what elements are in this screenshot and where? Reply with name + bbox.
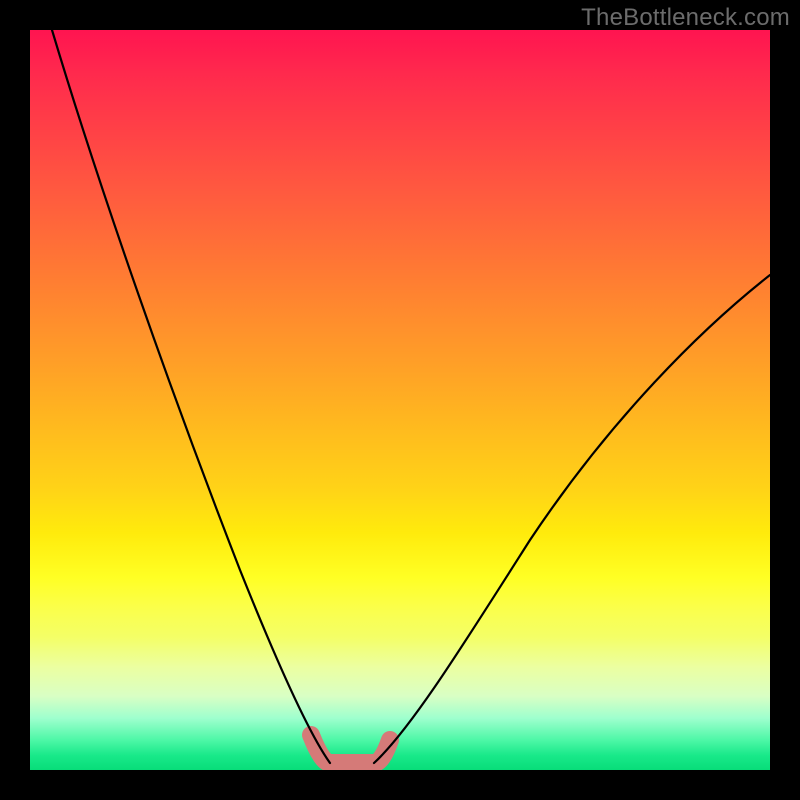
chart-frame: TheBottleneck.com xyxy=(0,0,800,800)
left-curve xyxy=(52,30,330,763)
curve-layer xyxy=(30,30,770,770)
right-curve xyxy=(374,275,770,763)
plot-area xyxy=(30,30,770,770)
watermark-text: TheBottleneck.com xyxy=(581,4,790,32)
